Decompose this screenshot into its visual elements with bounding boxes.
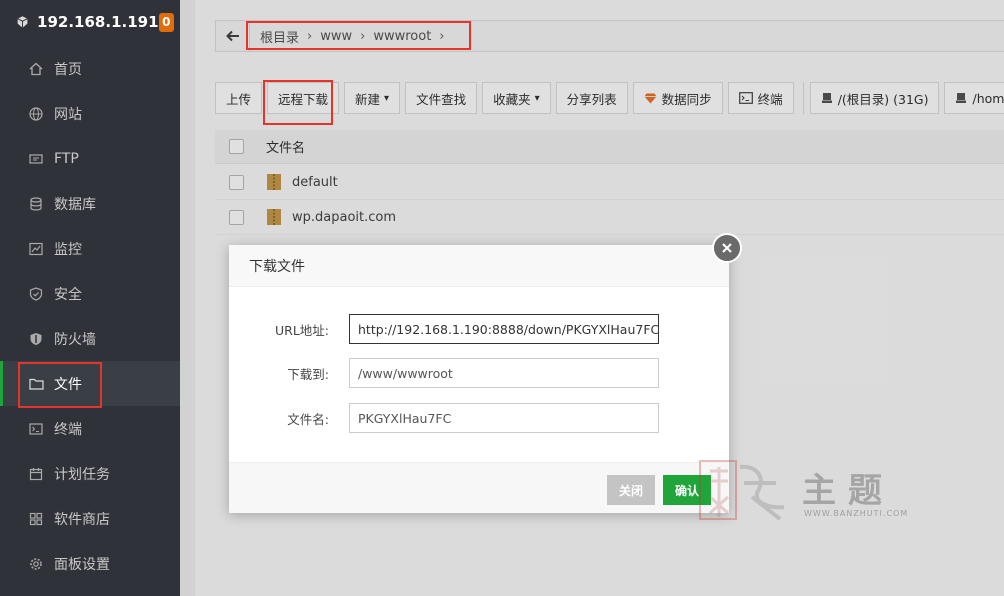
close-button[interactable]: 关闭 <box>607 475 655 505</box>
sidebar-item-label: 面板设置 <box>54 556 110 573</box>
download-dialog: 下载文件 URL地址: http://192.168.1.190:8888/do… <box>229 245 729 513</box>
server-ip: 192.168.1.191 <box>37 13 159 31</box>
sidebar-item-firewall[interactable]: 防火墙 <box>0 316 180 361</box>
sidebar-item-home[interactable]: 首页 <box>0 46 180 91</box>
dialog-close-button[interactable] <box>712 233 742 263</box>
gear-icon <box>28 556 44 572</box>
home-icon <box>28 61 44 77</box>
dialog-footer: 关闭 确认 <box>229 462 729 513</box>
sidebar-item-settings[interactable]: 面板设置 <box>0 541 180 586</box>
annotation-highlight-path <box>246 21 471 50</box>
annotation-highlight-remote-download <box>263 80 333 125</box>
sidebar-item-label: 数据库 <box>54 196 96 213</box>
sidebar-item-label: 软件商店 <box>54 511 110 528</box>
url-row: URL地址: http://192.168.1.190:8888/down/PK… <box>229 314 729 344</box>
calendar-icon <box>28 466 44 482</box>
monitor-icon <box>28 241 44 257</box>
shield-icon <box>28 286 44 302</box>
sidebar-item-label: 网站 <box>54 106 82 123</box>
terminal-icon <box>28 421 44 437</box>
sidebar-item-label: 终端 <box>54 421 82 438</box>
sidebar: 192.168.1.191 0 首页 网站 FTP 数据库 监控 安全 防火墙 … <box>0 0 180 596</box>
sidebar-item-ftp[interactable]: FTP <box>0 136 180 181</box>
sidebar-item-database[interactable]: 数据库 <box>0 181 180 226</box>
sidebar-item-security[interactable]: 安全 <box>0 271 180 316</box>
sidebar-item-label: FTP <box>54 150 79 167</box>
sidebar-item-label: 计划任务 <box>54 466 110 483</box>
destination-input[interactable]: /www/wwwroot <box>349 358 659 388</box>
url-label: URL地址: <box>274 322 329 338</box>
filename-row: 文件名: PKGYXlHau7FC <box>229 403 729 433</box>
notification-badge[interactable]: 0 <box>158 12 174 32</box>
filename-input[interactable]: PKGYXlHau7FC <box>349 403 659 433</box>
url-input[interactable]: http://192.168.1.190:8888/down/PKGYXlHau… <box>349 314 659 344</box>
sidebar-item-monitor[interactable]: 监控 <box>0 226 180 271</box>
sidebar-item-cron[interactable]: 计划任务 <box>0 451 180 496</box>
ftp-icon <box>28 151 44 167</box>
sidebar-item-label: 防火墙 <box>54 331 96 348</box>
dialog-title: 下载文件 <box>229 245 729 287</box>
globe-icon <box>28 106 44 122</box>
sidebar-item-label: 首页 <box>54 61 82 78</box>
firewall-icon <box>28 331 44 347</box>
sidebar-header: 192.168.1.191 0 <box>0 0 180 44</box>
apps-icon <box>28 511 44 527</box>
filename-label: 文件名: <box>287 411 329 427</box>
annotation-highlight-files <box>18 362 102 408</box>
close-icon <box>722 243 732 253</box>
sidebar-item-label: 监控 <box>54 241 82 258</box>
server-logo-icon <box>17 16 28 28</box>
destination-row: 下载到: /www/wwwroot <box>229 358 729 388</box>
destination-label: 下载到: <box>287 366 329 382</box>
sidebar-item-website[interactable]: 网站 <box>0 91 180 136</box>
sidebar-item-label: 安全 <box>54 286 82 303</box>
confirm-button[interactable]: 确认 <box>663 475 711 505</box>
sidebar-item-app-store[interactable]: 软件商店 <box>0 496 180 541</box>
database-icon <box>28 196 44 212</box>
sidebar-item-terminal[interactable]: 终端 <box>0 406 180 451</box>
